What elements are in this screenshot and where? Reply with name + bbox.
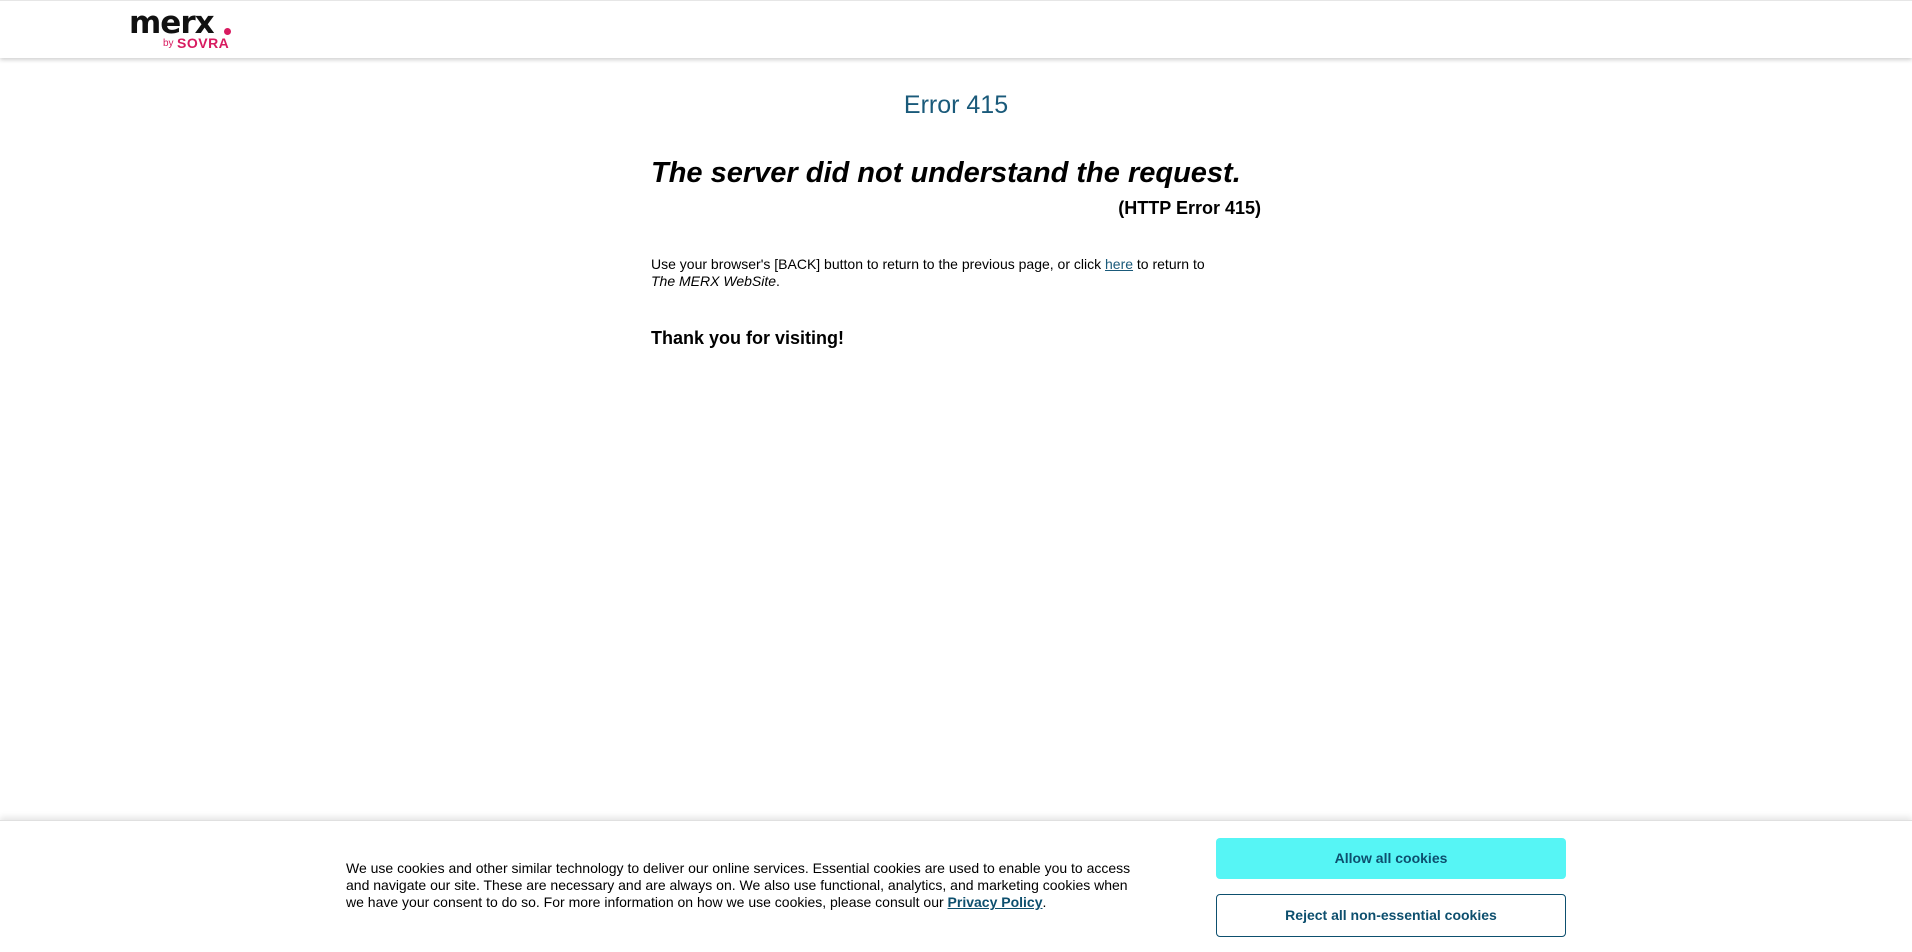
privacy-policy-link[interactable]: Privacy Policy <box>948 894 1043 910</box>
site-header: merx by SOVRA <box>0 0 1912 58</box>
logo-brand: SOVRA <box>177 35 230 51</box>
instructions-paragraph: Use your browser's [BACK] button to retu… <box>651 256 1261 290</box>
error-headline: The server did not understand the reques… <box>651 157 1241 189</box>
instructions-text: Use your browser's [BACK] button to retu… <box>651 256 1105 272</box>
thanks-message: Thank you for visiting! <box>651 328 845 348</box>
cookie-banner: We use cookies and other similar technol… <box>0 820 1912 952</box>
instructions-period: . <box>776 273 780 289</box>
home-link[interactable]: here <box>1105 256 1133 272</box>
allow-all-cookies-button[interactable]: Allow all cookies <box>1216 838 1566 879</box>
error-code-title: Error 415 <box>903 91 1009 119</box>
instructions-text-after: to return to <box>1133 256 1205 272</box>
merx-logo[interactable]: merx by SOVRA <box>129 5 239 53</box>
cookie-notice-period: . <box>1042 894 1047 910</box>
cookie-notice-text: We use cookies and other similar technol… <box>346 860 1146 911</box>
http-error-label: (HTTP Error 415) <box>1118 198 1261 218</box>
reject-cookies-button[interactable]: Reject all non-essential cookies <box>1216 894 1566 937</box>
logo-by-text: by <box>163 38 174 49</box>
site-name: The MERX WebSite <box>651 273 777 289</box>
